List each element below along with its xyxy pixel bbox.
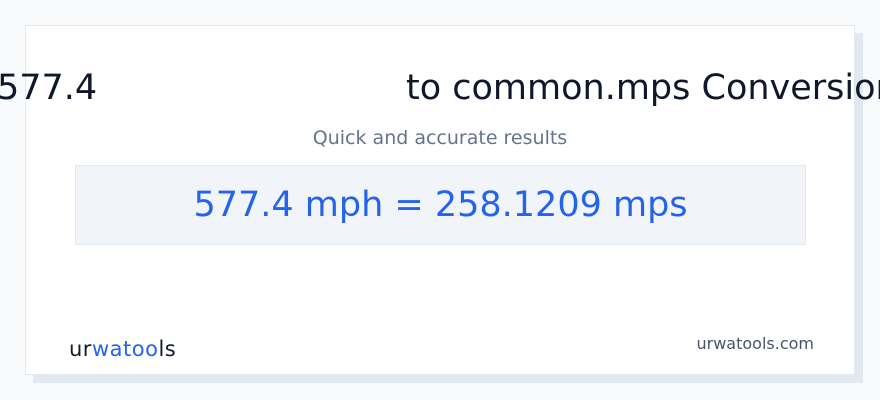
subtitle: Quick and accurate results: [312, 127, 568, 149]
logo-text-part: ur: [69, 337, 92, 361]
result-box: 577.4 mph = 258.1209 mps: [75, 165, 806, 245]
logo-text-accent: too: [123, 337, 159, 361]
urwatools-logo[interactable]: urwatools: [69, 336, 176, 362]
title-text: to common.mps Conversion: [406, 68, 880, 108]
conversion-result: 577.4 mph = 258.1209 mps: [193, 185, 688, 225]
logo-text-part: ls: [158, 337, 177, 361]
title-value: 577.4: [0, 68, 98, 108]
footer-domain[interactable]: urwatools.com: [697, 333, 815, 355]
logo-text-accent: wa: [91, 337, 123, 361]
